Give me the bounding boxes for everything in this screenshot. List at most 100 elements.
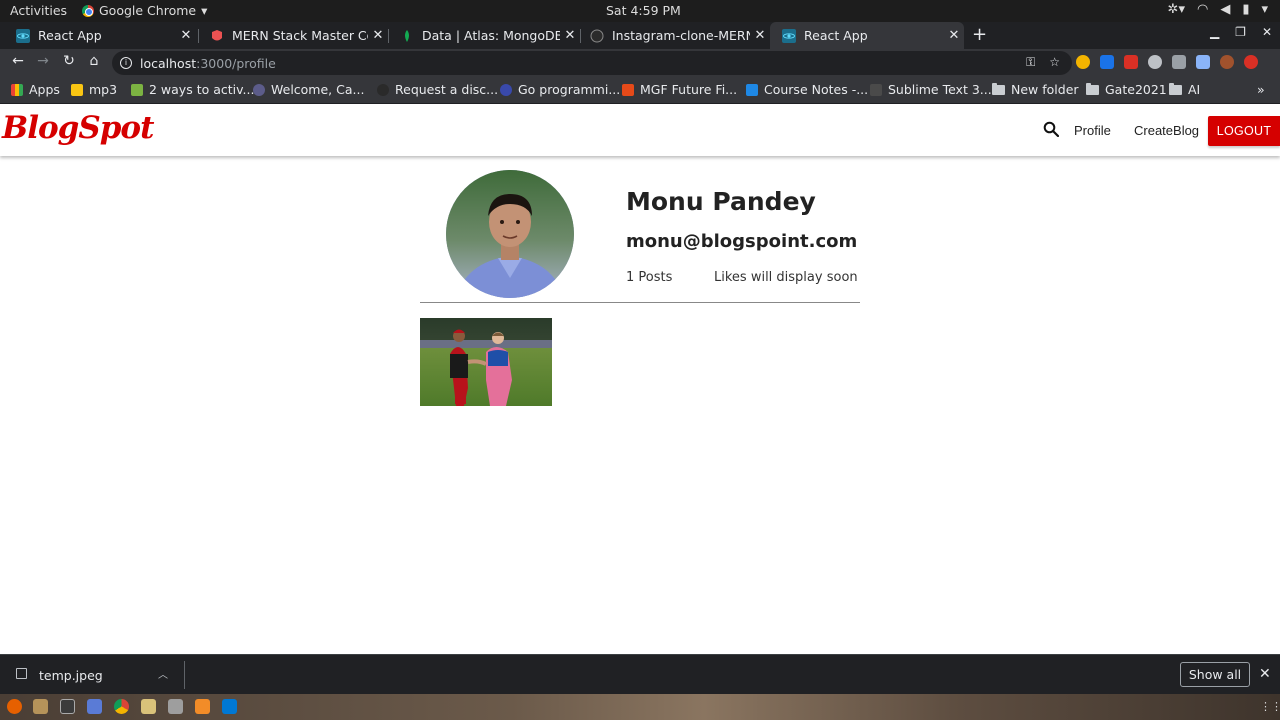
bookmark-2-ways[interactable]: 2 ways to activ... <box>131 82 254 97</box>
bookmark-sublime[interactable]: Sublime Text 3... <box>870 82 992 97</box>
mail-icon[interactable] <box>168 699 183 714</box>
text-editor-icon[interactable] <box>141 699 156 714</box>
profile-name: Monu Pandey <box>626 187 816 216</box>
key-icon[interactable]: ⚿ <box>1026 55 1035 70</box>
web-page: BlogSpot Profile CreateBlog LOGOUT Monu <box>0 104 1280 654</box>
post-thumbnail[interactable] <box>420 318 552 406</box>
shield-extension-icon[interactable] <box>1100 55 1114 69</box>
bookmark-go[interactable]: Go programmi... <box>500 82 620 97</box>
sublime-icon[interactable] <box>195 699 210 714</box>
bookmark-request[interactable]: Request a disc... <box>377 82 498 97</box>
clock[interactable]: Sat 4:59 PM <box>606 3 681 18</box>
bookmark-icon <box>253 83 265 96</box>
close-icon[interactable]: ✕ <box>944 28 964 43</box>
record-extension-icon[interactable] <box>1148 55 1162 69</box>
divider <box>184 661 185 689</box>
bookmark-label: 2 ways to activ... <box>149 82 255 97</box>
mongodb-leaf-icon <box>405 29 409 42</box>
bookmark-extension-icon[interactable] <box>1124 55 1138 69</box>
tab-title: Instagram-clone-MERN-Stack <box>612 28 750 43</box>
app-navbar: BlogSpot Profile CreateBlog LOGOUT <box>0 104 1280 156</box>
bookmark-apps[interactable]: Apps <box>11 82 60 97</box>
file-icon <box>16 668 27 679</box>
url-path: :3000/profile <box>196 55 276 71</box>
bookmark-mgf[interactable]: MGF Future Fi... <box>622 82 737 97</box>
tab-title: Data | Atlas: MongoDB Atlas <box>422 28 560 43</box>
restore-icon[interactable]: ❐ <box>1235 25 1246 39</box>
bookmark-label: MGF Future Fi... <box>640 82 738 97</box>
system-tray[interactable]: ✲▾ ◠ ◀ ▮ ▾ <box>1168 2 1268 17</box>
search-icon[interactable] <box>1043 121 1059 137</box>
activities-button[interactable]: Activities <box>10 3 67 18</box>
logout-button[interactable]: LOGOUT <box>1208 116 1280 146</box>
close-icon[interactable]: ✕ <box>750 28 770 43</box>
update-icon[interactable] <box>1244 55 1258 69</box>
home-icon[interactable]: ⌂ <box>84 53 104 69</box>
show-applications-icon[interactable]: ⋮⋮ <box>1260 700 1280 713</box>
brand-logo[interactable]: BlogSpot <box>2 110 154 146</box>
media-controls-icon[interactable] <box>1196 55 1210 69</box>
folder-icon <box>1086 82 1099 95</box>
puzzle-extensions-icon[interactable] <box>1172 55 1186 69</box>
chrome-icon[interactable] <box>114 699 129 714</box>
bookmark-folder-gate2021[interactable]: Gate2021 <box>1086 82 1167 97</box>
accessibility-icon[interactable]: ✲▾ <box>1168 2 1185 17</box>
reload-icon[interactable]: ↻ <box>59 53 79 69</box>
minimize-icon[interactable]: ▁ <box>1210 25 1219 39</box>
nav-link-profile[interactable]: Profile <box>1074 123 1111 138</box>
nav-link-create-blog[interactable]: CreateBlog <box>1134 123 1199 138</box>
chrome-icon <box>82 4 94 17</box>
bookmark-icon <box>622 83 634 96</box>
forward-arrow-icon[interactable]: → <box>33 53 53 69</box>
tab-github-instagram-clone[interactable]: Instagram-clone-MERN-Stack ✕ <box>578 22 770 49</box>
bookmark-label: Sublime Text 3... <box>888 82 992 97</box>
bookmark-folder-new[interactable]: New folder <box>992 82 1079 97</box>
bookmark-icon <box>500 83 512 96</box>
bookmark-icon <box>131 83 143 96</box>
tab-react-app-active[interactable]: React App ✕ <box>770 22 964 49</box>
tab-react-app-1[interactable]: React App ✕ <box>4 22 196 49</box>
tab-mern-course[interactable]: MERN Stack Master Course ✕ <box>198 22 388 49</box>
taskbar: ⋮⋮ <box>0 694 1280 720</box>
power-menu-icon[interactable]: ▾ <box>1261 2 1268 17</box>
bookmark-welcome[interactable]: Welcome, Ca... <box>253 82 364 97</box>
bookmark-course-notes[interactable]: Course Notes -... <box>746 82 868 97</box>
close-icon[interactable]: ✕ <box>176 28 196 43</box>
back-arrow-icon[interactable]: ← <box>8 53 28 69</box>
battery-icon: ▮ <box>1242 2 1250 17</box>
system-top-bar: Activities Google Chrome ▾ Sat 4:59 PM ✲… <box>0 0 1280 22</box>
bookmark-mp3[interactable]: mp3 <box>71 82 117 97</box>
vscode-icon[interactable] <box>222 699 237 714</box>
bookmark-label: AI <box>1188 82 1201 97</box>
tab-mongodb-atlas[interactable]: Data | Atlas: MongoDB Atlas ✕ <box>388 22 580 49</box>
show-all-button[interactable]: Show all <box>1180 662 1250 687</box>
close-icon[interactable]: ✕ <box>560 28 580 43</box>
github-icon <box>590 29 604 42</box>
app-menu[interactable]: Google Chrome ▾ <box>82 3 207 18</box>
bookmarks-overflow-icon[interactable]: » <box>1257 82 1265 97</box>
close-window-icon[interactable]: ✕ <box>1262 25 1272 39</box>
chevron-up-icon[interactable]: ︿ <box>158 666 168 681</box>
close-icon[interactable]: ✕ <box>1259 666 1271 682</box>
url-host: localhost <box>140 55 197 71</box>
firefox-icon[interactable] <box>7 699 22 714</box>
bookmark-folder-ai[interactable]: AI <box>1169 82 1200 97</box>
bookmark-label: Course Notes -... <box>764 82 869 97</box>
site-info-icon[interactable]: i <box>120 57 132 69</box>
new-tab-button[interactable]: + <box>972 24 992 45</box>
star-icon[interactable]: ☆ <box>1049 55 1060 70</box>
bookmark-label: Welcome, Ca... <box>271 82 365 97</box>
folder-icon <box>1169 82 1182 95</box>
files-icon[interactable] <box>33 699 48 714</box>
terminal-icon[interactable] <box>60 699 75 714</box>
avatar[interactable] <box>1220 55 1234 69</box>
apps-grid-icon <box>11 83 23 96</box>
mp3-icon <box>71 83 83 96</box>
download-file-name[interactable]: temp.jpeg <box>39 668 103 683</box>
close-icon[interactable]: ✕ <box>368 28 388 43</box>
document-icon[interactable] <box>87 699 102 714</box>
lightbulb-extension-icon[interactable] <box>1076 55 1090 69</box>
posts-count: 1 Posts <box>626 270 673 285</box>
address-bar[interactable]: i localhost:3000/profile ⚿ ☆ <box>112 51 1072 75</box>
bookmark-label: mp3 <box>89 82 118 97</box>
